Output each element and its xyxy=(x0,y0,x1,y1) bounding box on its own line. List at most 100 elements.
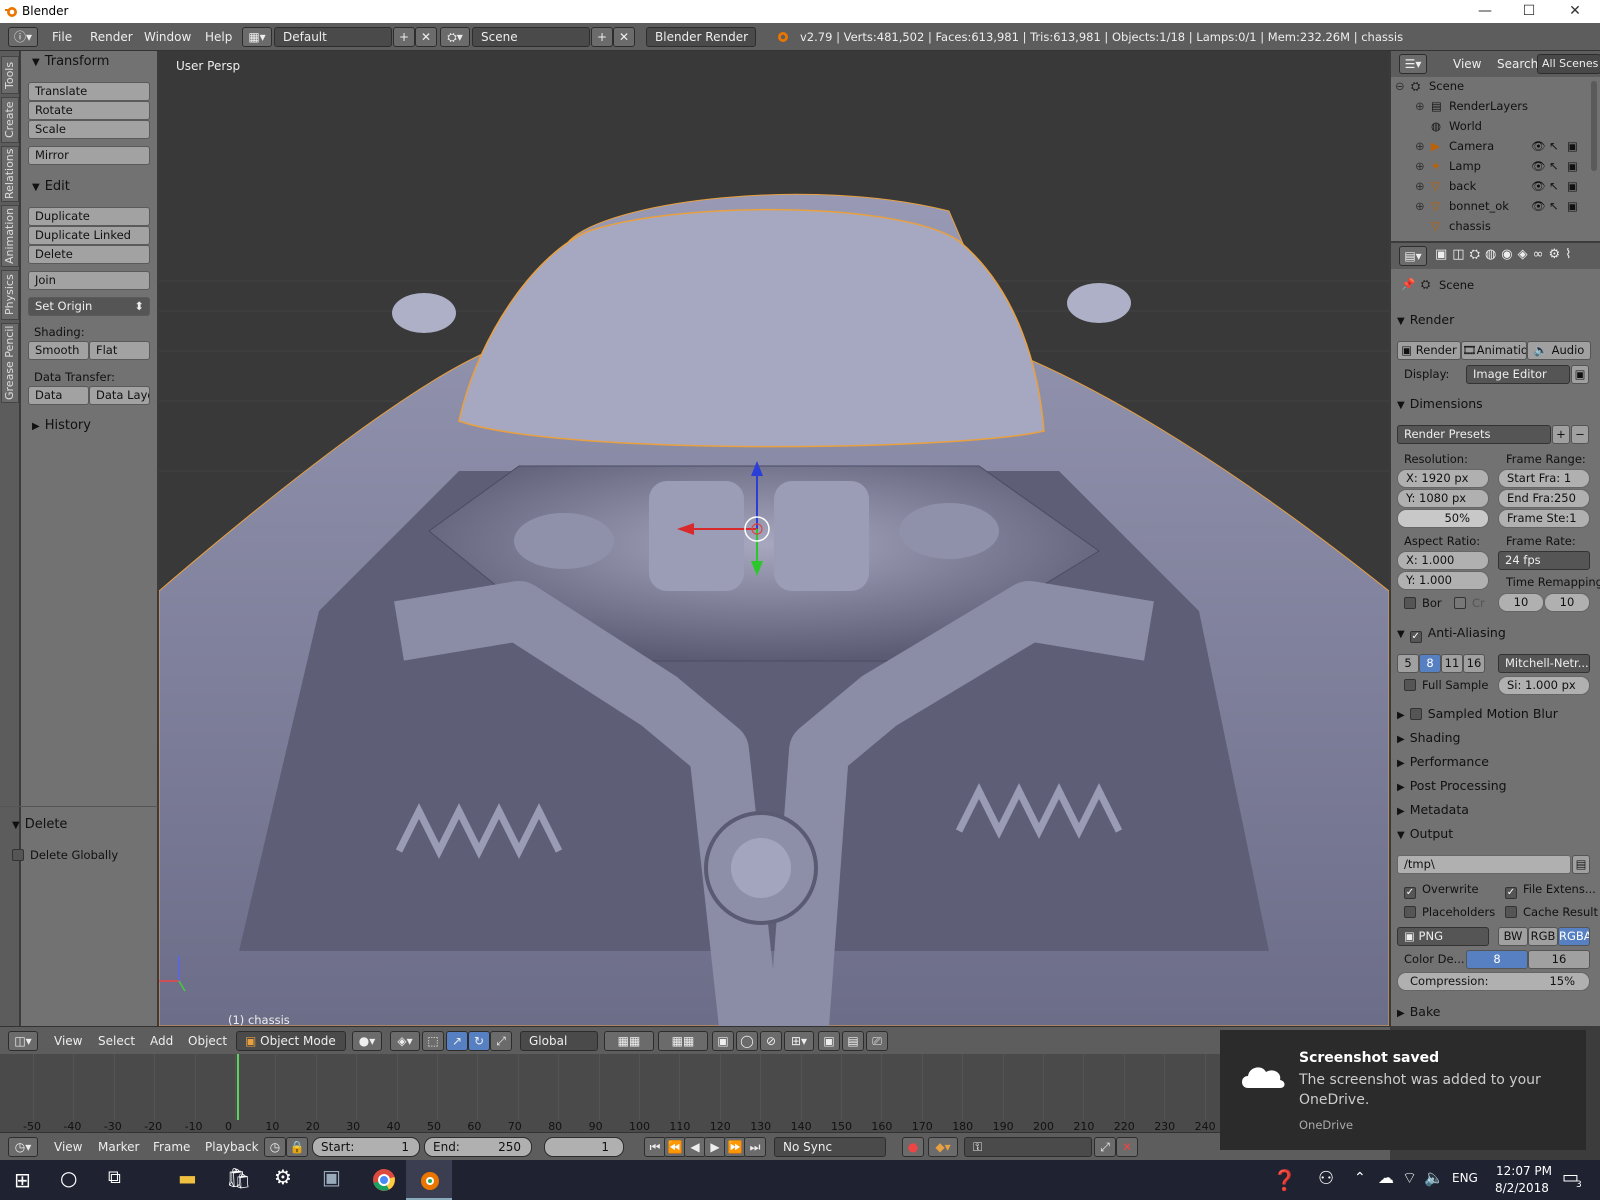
jump-start-icon[interactable]: ⏮ xyxy=(644,1137,666,1157)
editor-type-info-icon[interactable]: ⓘ▾ xyxy=(8,27,38,47)
store-icon[interactable]: 🛍 xyxy=(226,1166,251,1190)
editor-type-timeline-icon[interactable]: ◷▾ xyxy=(8,1137,38,1157)
metadata-panel-header[interactable]: ▶ Metadata xyxy=(1397,802,1469,817)
pivot-point-icon[interactable]: ◈▾ xyxy=(390,1031,420,1051)
color-bw-button[interactable]: BW xyxy=(1498,927,1528,946)
prev-keyframe-icon[interactable]: ⏪ xyxy=(664,1137,686,1157)
outliner-search-menu[interactable]: Search xyxy=(1497,57,1538,71)
frame-start-field[interactable]: Start Fra: 1 xyxy=(1498,469,1590,488)
opengl-animation-icon[interactable]: ▤ xyxy=(842,1031,864,1051)
shading-panel-header[interactable]: ▶ Shading xyxy=(1397,730,1460,745)
data-button[interactable]: Data xyxy=(28,386,89,405)
file-format-select[interactable]: ▣ PNG xyxy=(1397,927,1489,946)
outliner-view-menu[interactable]: View xyxy=(1453,57,1481,71)
tray-chevron-icon[interactable]: ⌃ xyxy=(1354,1170,1366,1186)
output-path-field[interactable]: /tmp\ xyxy=(1397,855,1571,874)
play-icon[interactable]: ▶ xyxy=(704,1137,726,1157)
duplicate-linked-button[interactable]: Duplicate Linked xyxy=(28,226,150,245)
scale-button[interactable]: Scale xyxy=(28,120,150,139)
border-checkbox[interactable]: Bor xyxy=(1404,596,1442,610)
menu-help[interactable]: Help xyxy=(205,30,232,44)
aa-samples-11[interactable]: 11 xyxy=(1441,654,1463,673)
delete-globally-checkbox[interactable]: Delete Globally xyxy=(12,848,118,862)
browse-folder-icon[interactable]: ▤ xyxy=(1572,855,1590,874)
render-button[interactable]: ▣ Render xyxy=(1397,341,1461,360)
current-frame-marker[interactable] xyxy=(237,1054,239,1120)
set-origin-dropdown[interactable]: Set Origin ⬍ xyxy=(28,297,150,316)
scene-layers-a[interactable]: ▦▦ xyxy=(604,1031,654,1051)
properties-type-icon[interactable]: ▤▾ xyxy=(1399,246,1427,266)
frame-step-field[interactable]: Frame Ste:1 xyxy=(1498,509,1590,528)
add-scene-icon[interactable]: + xyxy=(591,27,613,47)
end-frame-field[interactable]: End: 250 xyxy=(424,1137,532,1157)
aa-samples-8[interactable]: 8 xyxy=(1419,654,1441,673)
timeline-menu-view[interactable]: View xyxy=(54,1140,82,1154)
placeholders-checkbox[interactable]: Placeholders xyxy=(1404,905,1495,919)
tab-tools[interactable]: Tools xyxy=(1,56,19,94)
aa-samples-5[interactable]: 5 xyxy=(1397,654,1419,673)
outliner-type-icon[interactable]: ☰▾ xyxy=(1399,54,1427,74)
resolution-x-field[interactable]: X: 1920 px xyxy=(1397,469,1489,488)
aa-samples-16[interactable]: 16 xyxy=(1463,654,1485,673)
color-rgba-button[interactable]: RGBA xyxy=(1558,927,1590,946)
editor-type-3d-icon[interactable]: ◫▾ xyxy=(8,1031,38,1051)
transform-orientation-select[interactable]: Global xyxy=(520,1031,598,1051)
join-button[interactable]: Join xyxy=(28,271,150,290)
bake-panel-header[interactable]: ▶ Bake xyxy=(1397,1004,1440,1019)
delete-operator-header[interactable]: ▼ Delete xyxy=(12,817,67,832)
onedrive-tray-icon[interactable]: ☁ xyxy=(1378,1168,1394,1187)
tab-animation[interactable]: Animation xyxy=(1,205,19,267)
jump-end-icon[interactable]: ⏭ xyxy=(744,1137,766,1157)
menu-add[interactable]: Add xyxy=(150,1034,173,1048)
resolution-y-field[interactable]: Y: 1080 px xyxy=(1397,489,1489,508)
scene-field[interactable]: Scene xyxy=(472,27,590,47)
snap-icon[interactable]: ⊘ xyxy=(760,1031,782,1051)
clock-time[interactable]: 12:07 PM xyxy=(1496,1164,1552,1178)
wifi-icon[interactable]: ⌔ xyxy=(1402,1168,1417,1188)
duplicate-button[interactable]: Duplicate xyxy=(28,207,150,226)
transform-panel-header[interactable]: ▼ Transform xyxy=(32,54,109,69)
next-keyframe-icon[interactable]: ⏩ xyxy=(724,1137,746,1157)
menu-window[interactable]: Window xyxy=(144,30,191,44)
frame-end-field[interactable]: End Fra:250 xyxy=(1498,489,1590,508)
performance-panel-header[interactable]: ▶ Performance xyxy=(1397,754,1489,769)
add-layout-icon[interactable]: + xyxy=(393,27,415,47)
scale-manipulator-icon[interactable]: ⤢ xyxy=(490,1031,512,1051)
file-explorer-icon[interactable]: ▬ xyxy=(178,1166,197,1190)
maximize-button[interactable]: ☐ xyxy=(1514,1,1544,21)
lock-range-icon[interactable]: 🔒 xyxy=(286,1137,308,1157)
translate-button[interactable]: Translate xyxy=(28,82,150,101)
remove-preset-icon[interactable]: − xyxy=(1571,425,1589,444)
edit-panel-header[interactable]: ▼ Edit xyxy=(32,179,70,194)
mirror-button[interactable]: Mirror xyxy=(28,146,150,165)
scene-layers-b[interactable]: ▦▦ xyxy=(658,1031,708,1051)
color-depth-16-button[interactable]: 16 xyxy=(1528,950,1590,969)
aspect-y-field[interactable]: Y: 1.000 xyxy=(1397,571,1489,590)
snap-element-icon[interactable]: ⊞▾ xyxy=(784,1031,814,1051)
taskbar-blender-active[interactable] xyxy=(406,1160,452,1200)
layout-field[interactable]: Default xyxy=(274,27,392,47)
anti-aliasing-panel-header[interactable]: ▼ ✓ Anti-Aliasing xyxy=(1397,625,1506,643)
display-select[interactable]: Image Editor xyxy=(1466,365,1570,384)
cache-result-checkbox[interactable]: Cache Result xyxy=(1505,905,1598,919)
flat-button[interactable]: Flat xyxy=(89,341,150,360)
smooth-button[interactable]: Smooth xyxy=(28,341,89,360)
scene-icon[interactable]: ⛭▾ xyxy=(440,27,470,47)
properties-context-tabs[interactable]: ▣◫⛭◍◉◈∞⚙⌇ xyxy=(1435,247,1576,262)
network-app-icon[interactable]: ▣ xyxy=(322,1165,341,1189)
remove-scene-icon[interactable]: ✕ xyxy=(613,27,635,47)
start-frame-field[interactable]: Start: 1 xyxy=(312,1137,420,1157)
data-layout-button[interactable]: Data Layo xyxy=(89,386,150,405)
layer-lock-icon[interactable]: ▣ xyxy=(712,1031,734,1051)
menu-file[interactable]: File xyxy=(52,30,72,44)
timeline-menu-playback[interactable]: Playback xyxy=(205,1140,259,1154)
clock-date[interactable]: 8/2/2018 xyxy=(1495,1181,1549,1195)
color-rgb-button[interactable]: RGB xyxy=(1528,927,1558,946)
outliner-row-renderlayers[interactable]: ⊕ ▤ RenderLayers xyxy=(1391,99,1587,119)
interaction-mode-select[interactable]: ▣ Object Mode xyxy=(236,1031,346,1051)
rotate-button[interactable]: Rotate xyxy=(28,101,150,120)
outliner-row-back[interactable]: ⊕ ▽ back 👁 ↖ ▣ xyxy=(1391,179,1587,199)
minimize-button[interactable]: — xyxy=(1470,1,1500,21)
volume-icon[interactable]: 🔈 xyxy=(1424,1168,1444,1187)
full-sample-checkbox[interactable]: Full Sample xyxy=(1404,678,1488,692)
